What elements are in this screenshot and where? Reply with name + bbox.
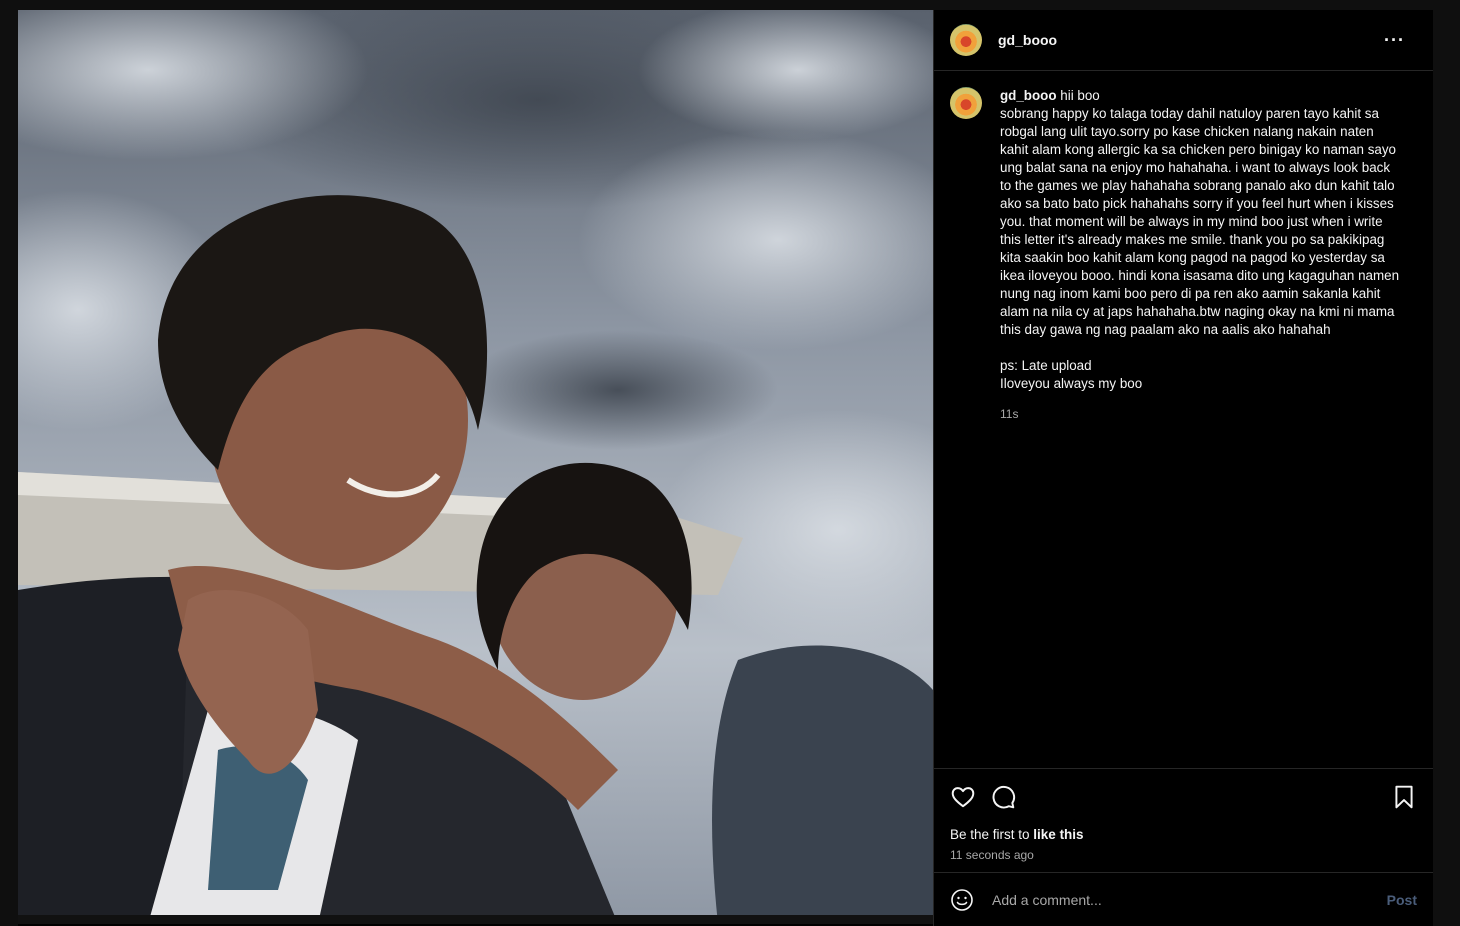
post-comment-button[interactable]: Post [1387, 892, 1417, 908]
comment-bubble-icon[interactable] [990, 784, 1016, 810]
actions-bar: Be the first to like this 11 seconds ago [934, 768, 1433, 872]
post-modal: gd_booo ··· gd_booo hii boo sobrang happ… [18, 10, 1433, 926]
avatar[interactable] [950, 24, 982, 56]
caption-last-line: Iloveyou always my boo [1000, 376, 1143, 391]
caption-ps: ps: Late upload [1000, 358, 1092, 373]
caption-avatar[interactable] [950, 87, 982, 119]
post-header: gd_booo ··· [934, 10, 1433, 71]
more-horizontal-icon[interactable]: ··· [1372, 30, 1417, 51]
likes-line: Be the first to like this [950, 827, 1417, 842]
caption-section: gd_booo hii boo sobrang happy ko talaga … [934, 71, 1433, 751]
bookmark-icon[interactable] [1391, 784, 1417, 810]
caption-text: sobrang happy ko talaga today dahil natu… [1000, 106, 1400, 337]
emoji-smile-icon[interactable] [950, 888, 974, 912]
comment-bar: Post [934, 872, 1433, 926]
caption-first-line: hii boo [1060, 88, 1100, 103]
username-link[interactable]: gd_booo [998, 32, 1057, 48]
like-this-link[interactable]: like this [1033, 827, 1083, 842]
caption-body: gd_booo hii boo sobrang happy ko talaga … [1000, 87, 1403, 751]
post-photo [18, 10, 933, 924]
posted-ago[interactable]: 11 seconds ago [950, 848, 1417, 862]
caption-username[interactable]: gd_booo [1000, 88, 1057, 103]
caption-timestamp[interactable]: 11s [1000, 405, 1403, 423]
likes-prefix: Be the first to [950, 827, 1034, 842]
photo-illustration [18, 10, 933, 924]
comment-input[interactable] [990, 890, 1387, 909]
heart-icon[interactable] [950, 784, 976, 810]
post-sidebar: gd_booo ··· gd_booo hii boo sobrang happ… [933, 10, 1433, 926]
